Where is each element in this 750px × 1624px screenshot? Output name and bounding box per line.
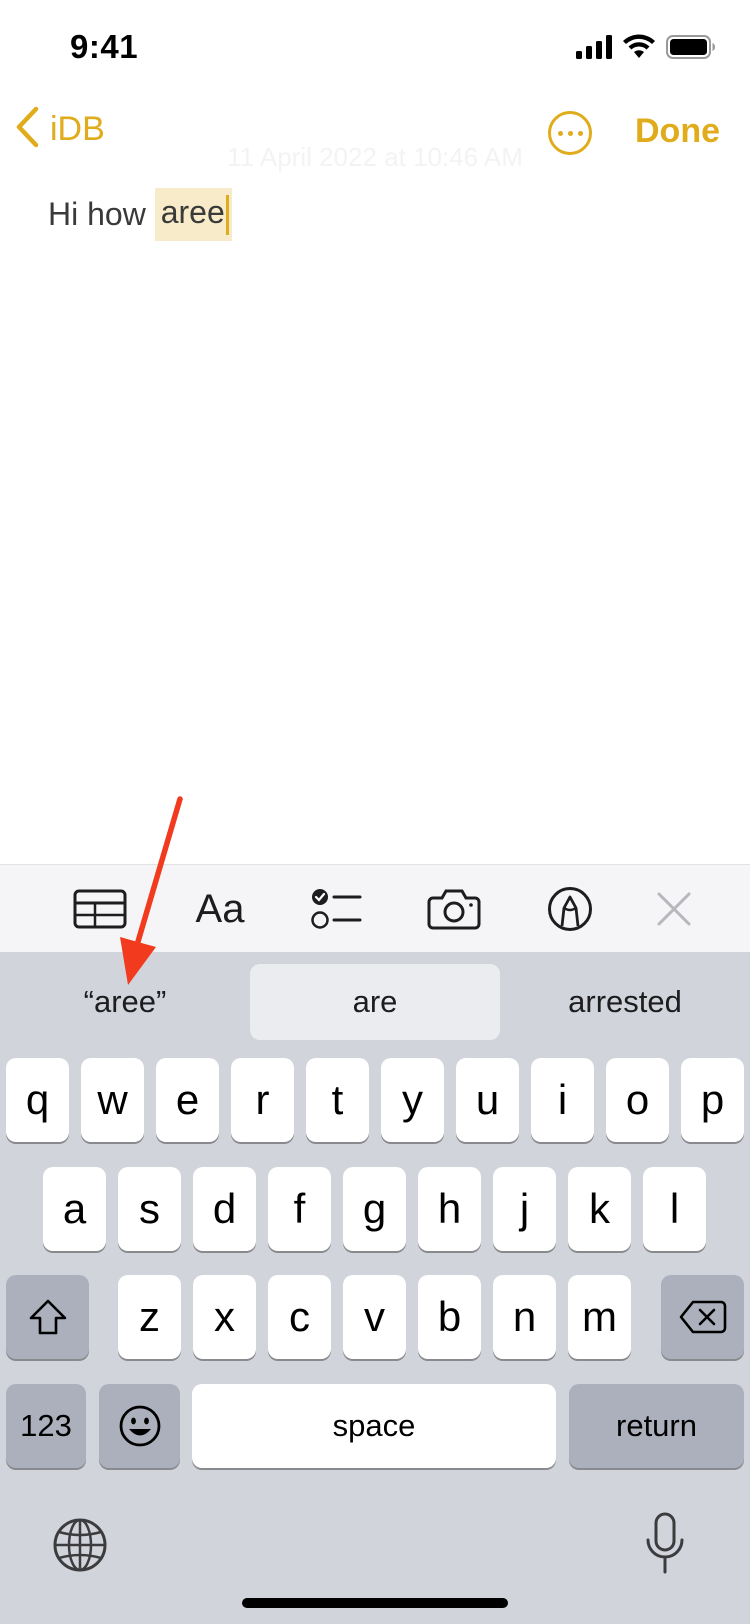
misspelled-word: aree: [160, 194, 225, 230]
key-x[interactable]: x: [193, 1275, 256, 1359]
key-q[interactable]: q: [6, 1058, 69, 1142]
key-l[interactable]: l: [643, 1167, 706, 1251]
key-o[interactable]: o: [606, 1058, 669, 1142]
emoji-icon: [119, 1405, 160, 1447]
status-icons: [576, 34, 716, 64]
keyboard: “aree” are arrested q w e r t y u i o p …: [0, 952, 750, 1624]
key-u[interactable]: u: [456, 1058, 519, 1142]
checklist-icon[interactable]: [298, 865, 374, 953]
key-f[interactable]: f: [268, 1167, 331, 1251]
markup-icon[interactable]: [532, 865, 608, 953]
key-b[interactable]: b: [418, 1275, 481, 1359]
key-e[interactable]: e: [156, 1058, 219, 1142]
cellular-signal-icon: [576, 34, 612, 64]
key-j[interactable]: j: [493, 1167, 556, 1251]
shift-icon: [29, 1299, 66, 1335]
space-key[interactable]: space: [192, 1384, 556, 1468]
key-r[interactable]: r: [231, 1058, 294, 1142]
note-text: Hi how: [48, 195, 155, 232]
note-body[interactable]: Hi how aree: [48, 188, 232, 241]
close-icon[interactable]: [636, 865, 712, 953]
globe-icon[interactable]: [52, 1517, 108, 1573]
key-w[interactable]: w: [81, 1058, 144, 1142]
key-z[interactable]: z: [118, 1275, 181, 1359]
misspelled-word-highlight: aree: [154, 188, 232, 241]
done-button[interactable]: Done: [635, 112, 720, 151]
backspace-key[interactable]: [661, 1275, 744, 1359]
text-style-button[interactable]: Aa: [182, 865, 258, 953]
key-h[interactable]: h: [418, 1167, 481, 1251]
microphone-icon[interactable]: [644, 1512, 686, 1576]
status-time: 9:41: [70, 28, 139, 65]
key-a[interactable]: a: [43, 1167, 106, 1251]
key-y[interactable]: y: [381, 1058, 444, 1142]
battery-icon: [666, 34, 716, 64]
key-n[interactable]: n: [493, 1275, 556, 1359]
key-i[interactable]: i: [531, 1058, 594, 1142]
numbers-key[interactable]: 123: [6, 1384, 86, 1468]
text-caret: [225, 194, 229, 235]
annotation-arrow: [100, 795, 190, 995]
backspace-icon: [679, 1300, 726, 1334]
suggestion-alternative[interactable]: arrested: [510, 964, 740, 1040]
key-d[interactable]: d: [193, 1167, 256, 1251]
shift-key[interactable]: [6, 1275, 89, 1359]
suggestion-correction[interactable]: are: [250, 964, 500, 1040]
return-key[interactable]: return: [569, 1384, 744, 1468]
home-indicator: [242, 1598, 508, 1608]
key-k[interactable]: k: [568, 1167, 631, 1251]
emoji-key[interactable]: [99, 1384, 180, 1468]
key-m[interactable]: m: [568, 1275, 631, 1359]
wifi-icon: [622, 34, 656, 64]
key-c[interactable]: c: [268, 1275, 331, 1359]
key-g[interactable]: g: [343, 1167, 406, 1251]
key-s[interactable]: s: [118, 1167, 181, 1251]
key-v[interactable]: v: [343, 1275, 406, 1359]
camera-icon[interactable]: [416, 865, 492, 953]
key-t[interactable]: t: [306, 1058, 369, 1142]
more-options-icon[interactable]: [548, 111, 592, 155]
key-p[interactable]: p: [681, 1058, 744, 1142]
